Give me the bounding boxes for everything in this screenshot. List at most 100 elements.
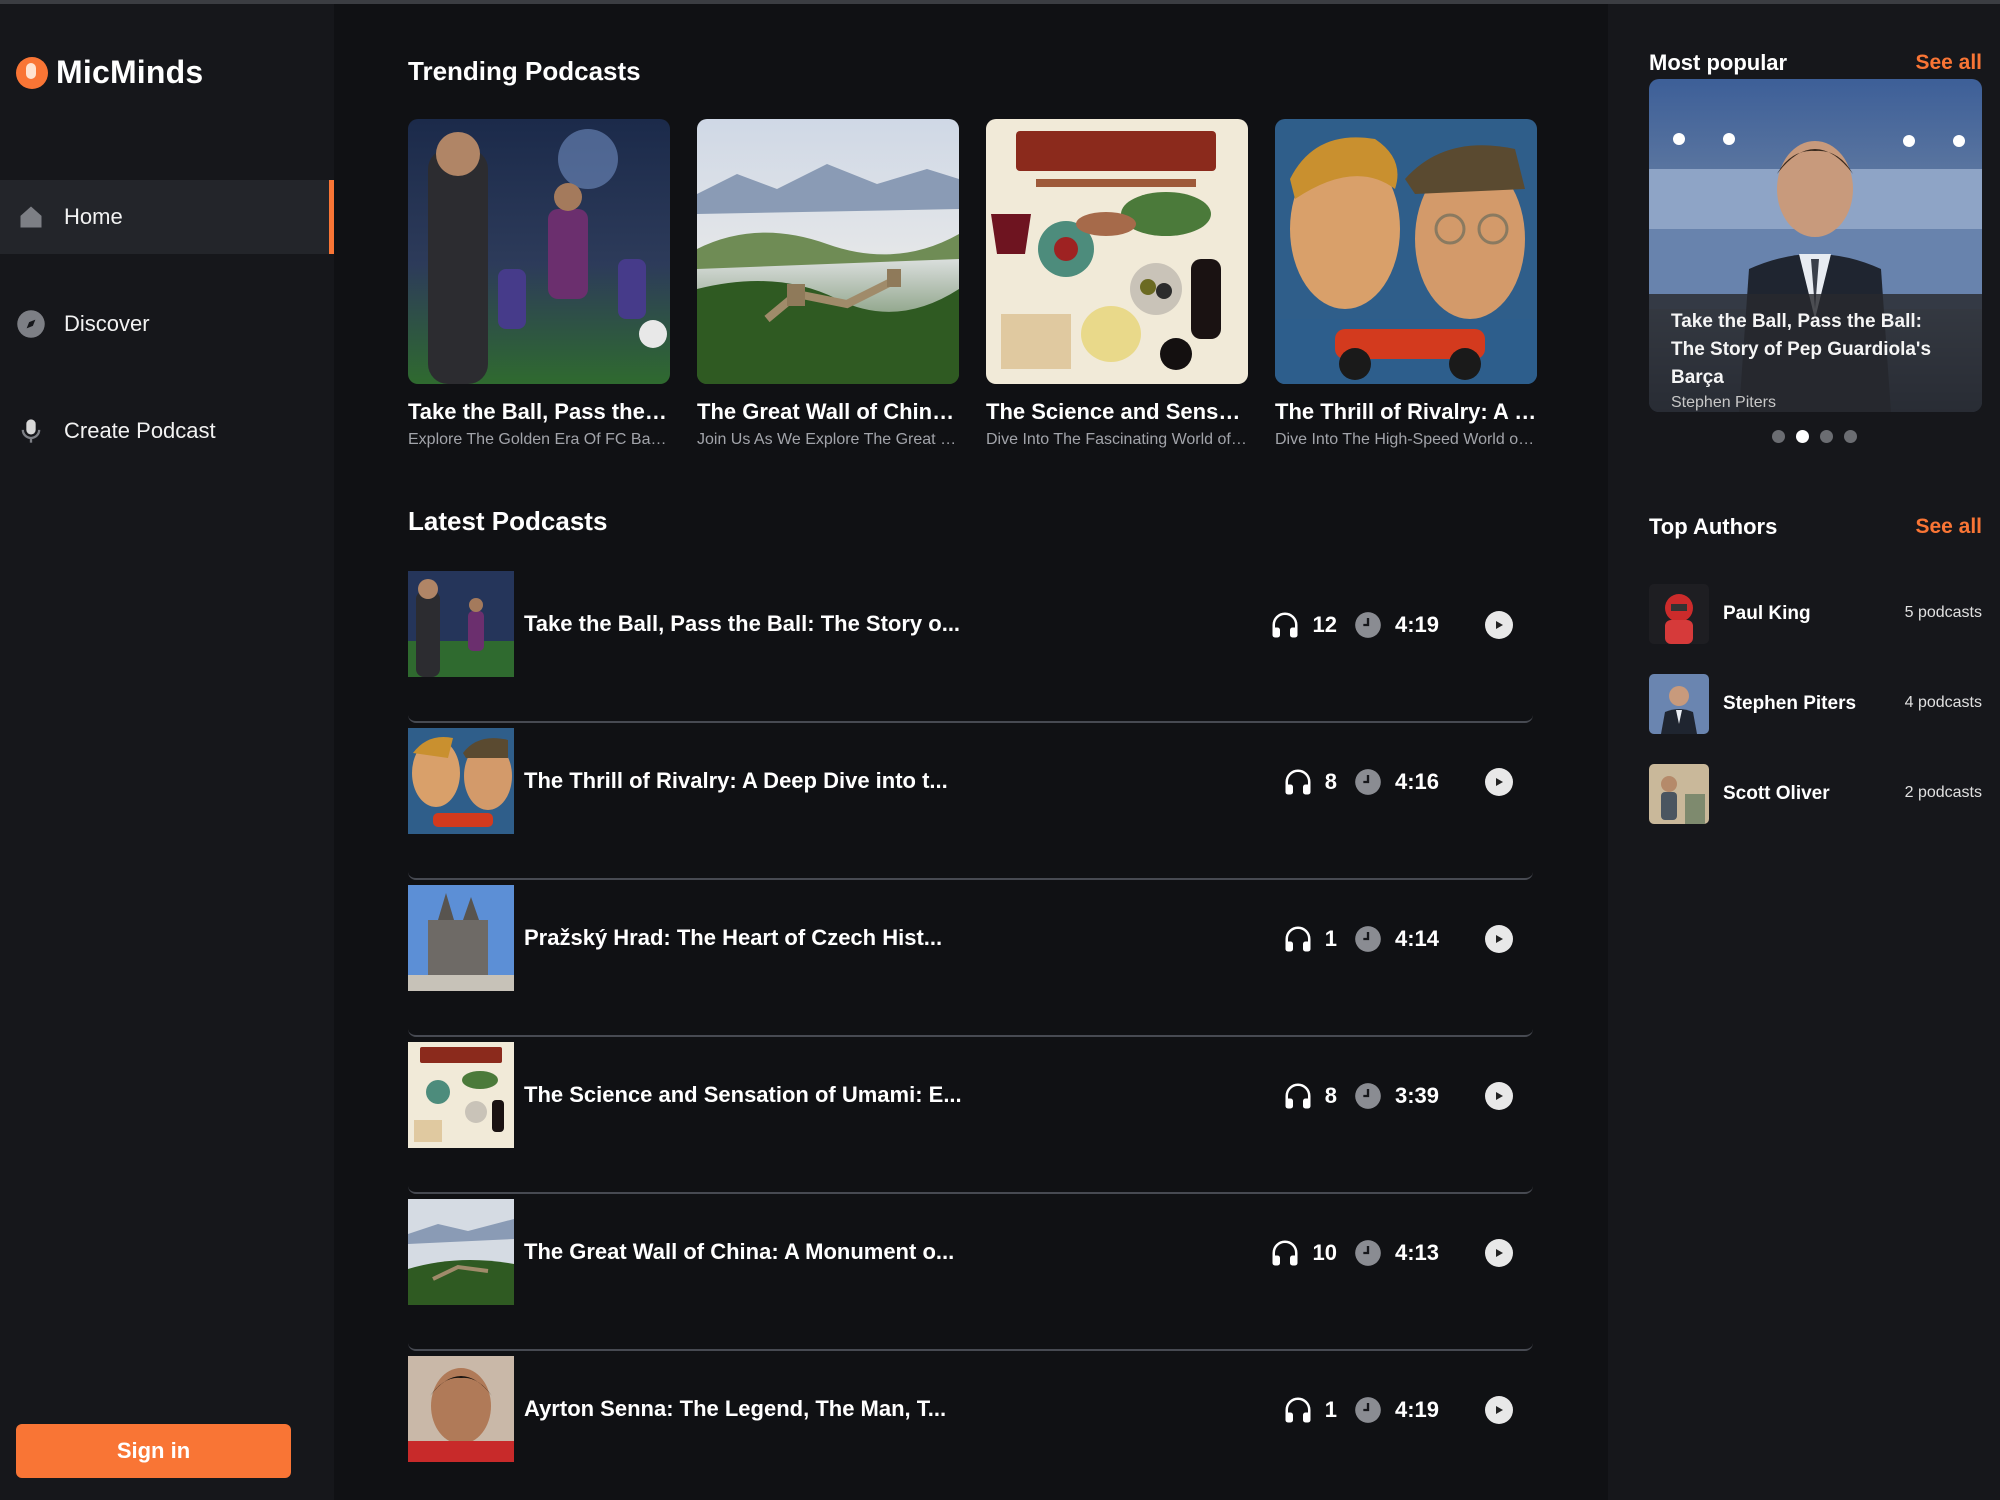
sidebar-item-label: Home xyxy=(64,204,123,229)
podcast-stats: 10 4:13 xyxy=(1270,1234,1513,1272)
duration: 4:19 xyxy=(1394,612,1439,637)
author-name: Scott Oliver xyxy=(1723,783,1830,804)
brand[interactable]: MicMinds xyxy=(16,54,203,91)
listener-count: 1 xyxy=(1324,926,1337,951)
author-podcast-count: 4 podcasts xyxy=(1904,694,1982,711)
duration: 3:39 xyxy=(1394,1083,1439,1108)
micminds-logo-icon xyxy=(16,56,48,89)
play-icon xyxy=(1496,778,1503,786)
latest-title: Latest Podcasts xyxy=(408,506,608,536)
author-podcast-count: 5 podcasts xyxy=(1904,604,1982,621)
podcast-stats: 8 4:16 xyxy=(1283,763,1513,801)
play-icon xyxy=(1496,1249,1503,1257)
author-item[interactable]: Scott Oliver 2 podcasts xyxy=(1649,764,1982,824)
podcast-title: Pražský Hrad: The Heart of Czech Hist... xyxy=(524,925,943,950)
carousel-dot[interactable] xyxy=(1772,430,1785,443)
sidebar-item-label: Discover xyxy=(64,311,150,336)
top-authors-list: Paul King 5 podcasts Stephen Piters 4 po… xyxy=(1649,584,1982,854)
trending-card[interactable]: The Thrill of Rivalry: A Deep Dive into … xyxy=(1275,119,1537,449)
podcast-thumbnail xyxy=(408,885,514,991)
duration: 4:14 xyxy=(1394,926,1439,951)
list-item[interactable]: Ayrton Senna: The Legend, The Man, T... … xyxy=(408,1351,1533,1500)
podcast-title: The Science and Sensation of Umami: E... xyxy=(524,1082,962,1107)
author-name: Paul King xyxy=(1723,603,1811,624)
latest-list: Take the Ball, Pass the Ball: The Story … xyxy=(408,566,1533,1500)
compass-icon xyxy=(16,309,46,339)
trending-card-description: Dive Into The High-Speed World of Racing xyxy=(1275,431,1537,448)
trending-card-title: Take the Ball, Pass the Ball: The Story … xyxy=(408,399,670,424)
list-item[interactable]: The Great Wall of China: A Monument o...… xyxy=(408,1194,1533,1351)
author-item[interactable]: Stephen Piters 4 podcasts xyxy=(1649,674,1982,734)
trending-card[interactable]: Take the Ball, Pass the Ball: The Story … xyxy=(408,119,670,449)
clock-icon xyxy=(1353,1395,1383,1425)
podcast-thumbnail xyxy=(408,1199,514,1305)
listener-count: 1 xyxy=(1324,1397,1337,1422)
trending-card[interactable]: The Great Wall of China: A Monument of H… xyxy=(697,119,959,449)
carousel-dot-active[interactable] xyxy=(1796,430,1809,443)
brand-name: MicMinds xyxy=(56,54,204,90)
play-button[interactable] xyxy=(1485,1239,1513,1267)
headphones-icon xyxy=(1283,1395,1313,1425)
podcast-stats: 1 4:19 xyxy=(1283,1391,1513,1429)
duration: 4:13 xyxy=(1394,1240,1439,1265)
headphones-icon xyxy=(1270,1238,1300,1268)
see-all-popular-link[interactable]: See all xyxy=(1915,51,1982,75)
clock-icon xyxy=(1353,767,1383,797)
podcast-cover-image xyxy=(408,119,670,384)
podcast-title: The Thrill of Rivalry: A Deep Dive into … xyxy=(524,768,948,793)
top-authors-header: Top Authors See all xyxy=(1649,514,1982,540)
clock-icon xyxy=(1353,610,1383,640)
avatar xyxy=(1649,674,1709,734)
microphone-icon xyxy=(16,416,46,446)
avatar xyxy=(1649,584,1709,644)
podcast-title: Take the Ball, Pass the Ball: The Story … xyxy=(524,611,961,636)
headphones-icon xyxy=(1283,1081,1313,1111)
main-content: Trending Podcasts Take the Ball, Pass th… xyxy=(334,4,1608,1500)
avatar xyxy=(1649,764,1709,824)
listener-count: 8 xyxy=(1324,1083,1337,1108)
podcast-cover-image xyxy=(1275,119,1537,384)
podcast-stats: 12 4:19 xyxy=(1270,606,1513,644)
see-all-authors-link[interactable]: See all xyxy=(1915,515,1982,539)
list-item[interactable]: The Science and Sensation of Umami: E...… xyxy=(408,1037,1533,1194)
most-popular-carousel-card[interactable]: Take the Ball, Pass the Ball: The Story … xyxy=(1649,79,1982,412)
listener-count: 8 xyxy=(1324,769,1337,794)
trending-card-title: The Science and Sensation of Umami xyxy=(986,399,1248,424)
trending-grid: Take the Ball, Pass the Ball: The Story … xyxy=(408,119,1537,449)
trending-card[interactable]: The Science and Sensation of Umami Dive … xyxy=(986,119,1248,449)
play-button[interactable] xyxy=(1485,1082,1513,1110)
sidebar-item-label: Create Podcast xyxy=(64,418,216,443)
headphones-icon xyxy=(1283,767,1313,797)
popular-card-title: Take the Ball, Pass the Ball: The Story … xyxy=(1671,311,1932,388)
author-podcast-count: 2 podcasts xyxy=(1904,784,1982,801)
headphones-icon xyxy=(1283,924,1313,954)
podcast-thumbnail xyxy=(408,1356,514,1462)
podcast-cover-image xyxy=(697,119,959,384)
sidebar-item-discover[interactable]: Discover xyxy=(0,287,334,361)
most-popular-header: Most popular See all xyxy=(1649,50,1982,76)
list-item[interactable]: Pražský Hrad: The Heart of Czech Hist...… xyxy=(408,880,1533,1037)
list-item[interactable]: Take the Ball, Pass the Ball: The Story … xyxy=(408,566,1533,723)
clock-icon xyxy=(1353,924,1383,954)
home-icon xyxy=(16,202,46,232)
trending-card-title: The Great Wall of China: A Monument of H… xyxy=(697,399,959,424)
play-button[interactable] xyxy=(1485,925,1513,953)
carousel-dot[interactable] xyxy=(1820,430,1833,443)
author-item[interactable]: Paul King 5 podcasts xyxy=(1649,584,1982,644)
play-button[interactable] xyxy=(1485,768,1513,796)
podcast-title: The Great Wall of China: A Monument o... xyxy=(524,1239,955,1264)
sidebar-item-home[interactable]: Home xyxy=(0,180,334,254)
sidebar-item-create-podcast[interactable]: Create Podcast xyxy=(0,394,334,468)
play-button[interactable] xyxy=(1485,1396,1513,1424)
play-icon xyxy=(1496,621,1503,629)
clock-icon xyxy=(1353,1081,1383,1111)
sidebar-nav: Home Discover Create Podcast xyxy=(0,180,334,501)
duration: 4:16 xyxy=(1394,769,1439,794)
most-popular-title: Most popular xyxy=(1649,50,1788,75)
list-item[interactable]: The Thrill of Rivalry: A Deep Dive into … xyxy=(408,723,1533,880)
sign-in-button[interactable]: Sign in xyxy=(16,1424,291,1478)
author-name: Stephen Piters xyxy=(1723,693,1857,714)
carousel-dot[interactable] xyxy=(1844,430,1857,443)
play-button[interactable] xyxy=(1485,611,1513,639)
listener-count: 12 xyxy=(1312,612,1337,637)
